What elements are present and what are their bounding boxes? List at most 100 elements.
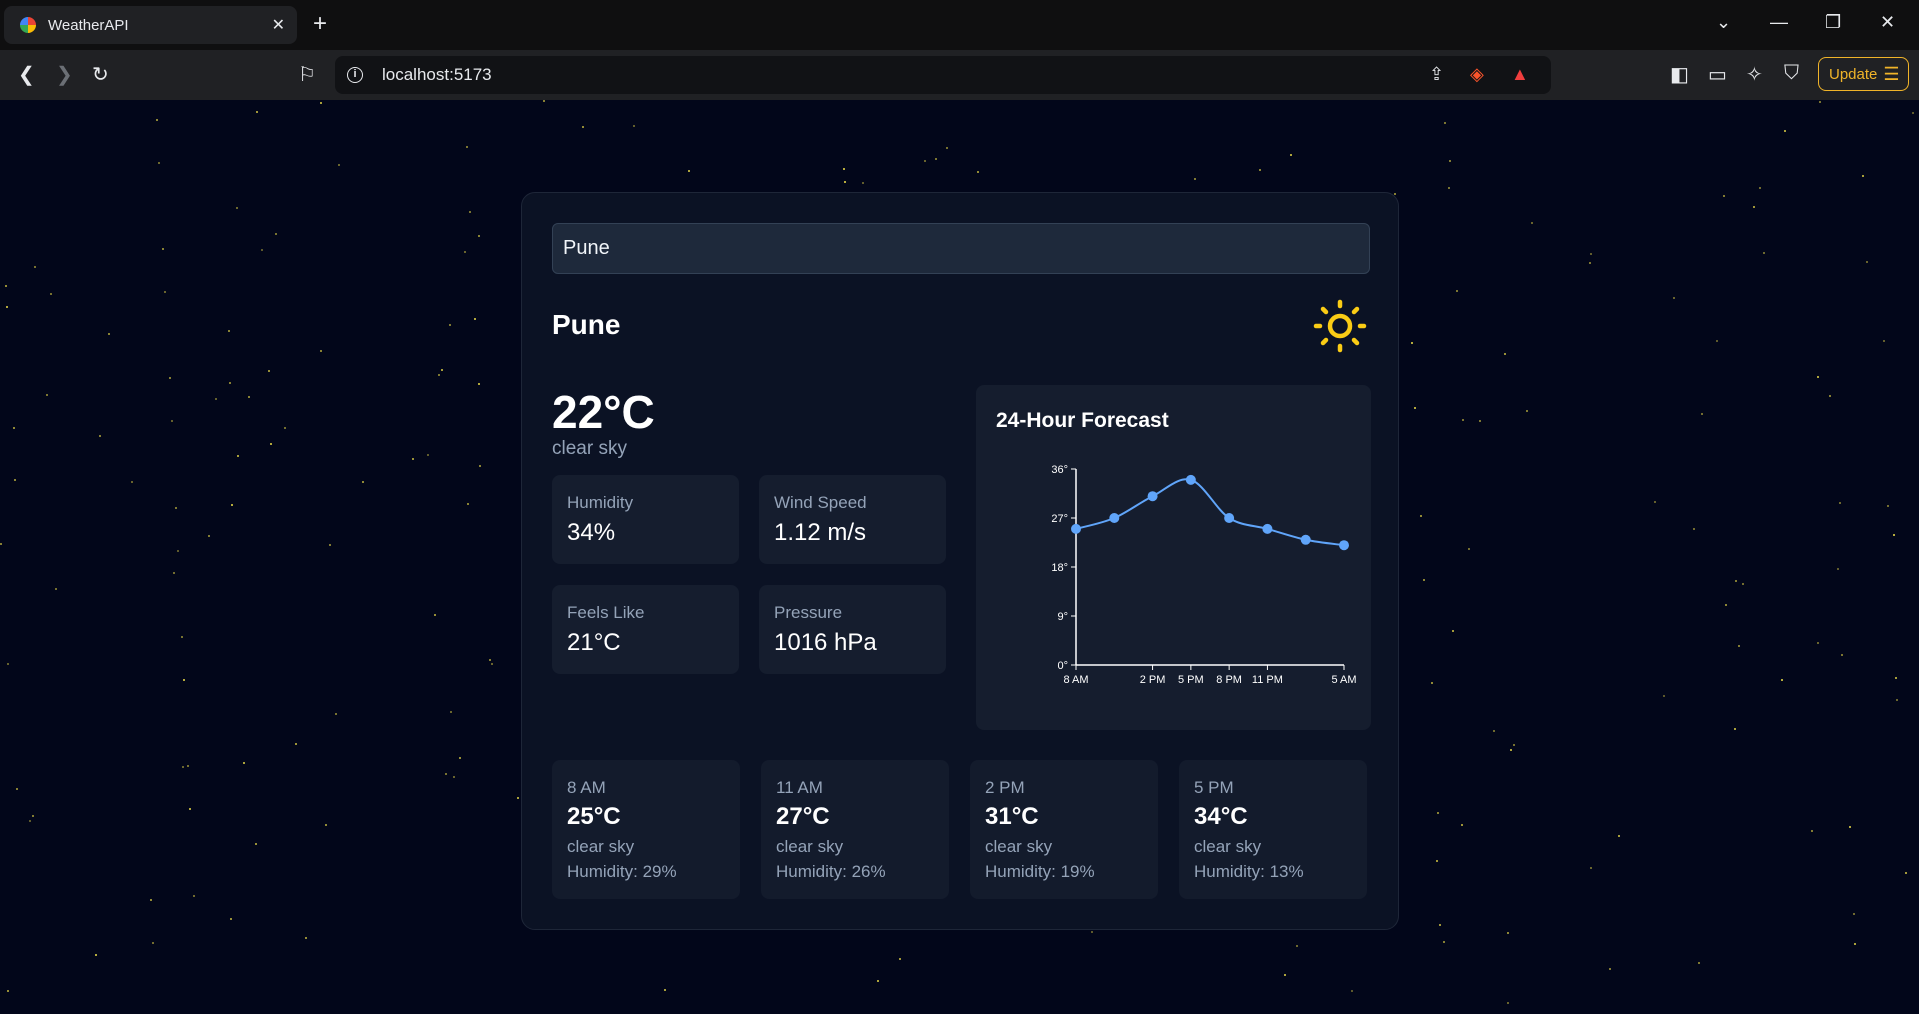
close-tab-icon[interactable]: ✕ <box>272 15 285 35</box>
hour-humidity: Humidity: 29% <box>567 862 677 881</box>
star <box>1531 222 1533 224</box>
stat-label: Wind Speed <box>774 493 867 512</box>
star <box>236 207 238 209</box>
star <box>295 743 297 745</box>
star <box>329 544 331 546</box>
reload-icon[interactable]: ↻ <box>92 62 109 87</box>
restore-icon[interactable]: ❐ <box>1825 12 1841 33</box>
feels-like-card: Feels Like 21°C <box>552 585 739 674</box>
star <box>34 266 36 268</box>
bookmark-icon[interactable]: ⚐ <box>298 62 316 87</box>
new-tab-icon[interactable]: + <box>313 9 327 39</box>
minimize-icon[interactable]: — <box>1770 12 1788 33</box>
star <box>175 507 177 509</box>
update-button[interactable]: Update ☰ <box>1818 57 1909 91</box>
star <box>1290 154 1292 156</box>
star <box>1507 932 1509 934</box>
tab-search-icon[interactable]: ⌄ <box>1716 12 1731 33</box>
star <box>1493 730 1495 732</box>
star <box>7 663 9 665</box>
humidity-card: Humidity 34% <box>552 475 739 564</box>
hour-humidity: Humidity: 26% <box>776 862 886 881</box>
star <box>1905 872 1907 874</box>
star <box>0 543 2 545</box>
stat-value: 34% <box>567 519 616 546</box>
star <box>688 170 690 172</box>
star <box>1716 340 1718 342</box>
star <box>29 820 31 822</box>
star <box>1912 112 1914 114</box>
star <box>261 249 263 251</box>
star <box>6 306 8 308</box>
star <box>449 324 451 326</box>
star <box>14 479 16 481</box>
star <box>1841 654 1843 656</box>
star <box>284 427 286 429</box>
x-tick-label: 8 PM <box>1216 674 1242 686</box>
star <box>1784 130 1786 132</box>
hour-temperature: 27°C <box>776 803 830 830</box>
star <box>362 481 364 483</box>
sun-icon <box>1313 299 1367 353</box>
star <box>131 481 133 483</box>
star <box>1887 505 1889 507</box>
temperature-point <box>1339 540 1349 551</box>
star <box>1194 178 1196 180</box>
star <box>320 350 322 352</box>
star <box>1673 297 1675 299</box>
star <box>1448 187 1450 189</box>
hour-description: clear sky <box>776 837 844 856</box>
star <box>231 504 233 506</box>
star <box>1452 630 1454 632</box>
stat-value: 21°C <box>567 629 621 656</box>
brave-shields-icon[interactable]: ◈ <box>1470 64 1484 85</box>
forward-icon[interactable]: ❯ <box>56 62 73 87</box>
star <box>1449 160 1451 162</box>
star <box>1526 410 1528 412</box>
star <box>1479 420 1481 422</box>
star <box>450 711 452 713</box>
star <box>1817 642 1819 644</box>
browser-tab[interactable]: WeatherAPI ✕ <box>4 6 297 44</box>
city-search-input[interactable] <box>552 223 1370 274</box>
vpn-icon[interactable]: ⛉ <box>1784 62 1799 85</box>
y-tick-label: 9° <box>1057 611 1068 623</box>
star <box>1781 679 1783 681</box>
star <box>1259 169 1261 171</box>
star <box>275 233 277 235</box>
site-info-icon[interactable]: i <box>347 67 363 83</box>
wind-speed-card: Wind Speed 1.12 m/s <box>759 475 946 564</box>
star <box>1811 830 1813 832</box>
sidebar-icon[interactable]: ◧ <box>1670 62 1689 87</box>
wallet-icon[interactable]: ▭ <box>1708 62 1727 87</box>
share-icon[interactable]: ⇪ <box>1429 64 1444 85</box>
star <box>441 369 443 371</box>
hour-humidity: Humidity: 13% <box>1194 862 1304 881</box>
star <box>229 382 231 384</box>
star <box>187 765 189 767</box>
window-close-icon[interactable]: ✕ <box>1880 12 1895 33</box>
star <box>1436 860 1438 862</box>
back-icon[interactable]: ❮ <box>18 62 35 87</box>
url-text[interactable]: localhost:5173 <box>382 65 492 85</box>
temperature-point <box>1300 534 1311 545</box>
star <box>478 383 480 385</box>
star <box>862 182 864 184</box>
forecast-chart: 0° 9° 18° 27° 36° 8 AM 2 PM 5 PM 8 PM 11 PM 5 AM <box>1051 464 1356 686</box>
star <box>173 572 175 574</box>
x-tick-label: 8 AM <box>1063 674 1088 686</box>
star <box>633 125 635 127</box>
star <box>478 235 480 237</box>
star <box>1504 353 1506 355</box>
star <box>1839 502 1841 504</box>
tab-title: WeatherAPI <box>48 16 129 34</box>
leo-ai-icon[interactable]: ✧ <box>1746 62 1763 87</box>
star <box>1819 101 1821 103</box>
temperature-point <box>1185 474 1196 485</box>
star <box>1896 699 1898 701</box>
brave-rewards-icon[interactable]: ▲ <box>1511 64 1529 85</box>
address-bar[interactable]: i localhost:5173 ⇪ ◈ ▲ <box>335 56 1551 94</box>
y-tick-label: 36° <box>1051 464 1068 476</box>
star <box>1893 534 1895 536</box>
star <box>489 659 491 661</box>
